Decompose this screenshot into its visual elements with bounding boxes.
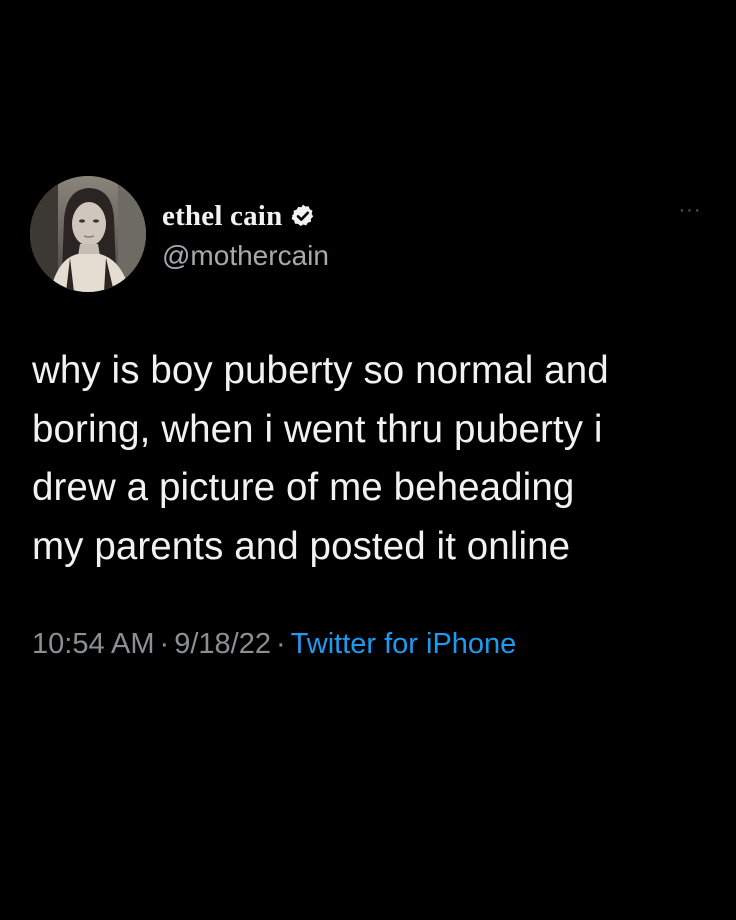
profile-photo-icon [30, 176, 146, 292]
verified-badge-icon [290, 203, 316, 229]
separator-dot: · [275, 628, 286, 660]
tweet-metadata: 10:54 AM · 9/18/22 · Twitter for iPhone [32, 628, 516, 661]
tweet-card: ethel cain @mothercain ··· why is boy pu… [0, 0, 736, 920]
tweet-text: why is boy puberty so normal and boring,… [32, 349, 609, 568]
more-options-icon[interactable]: ··· [674, 200, 706, 220]
tweet-date[interactable]: 9/18/22 [174, 628, 271, 660]
tweet-source-link[interactable]: Twitter for iPhone [291, 628, 517, 660]
display-name[interactable]: ethel cain [162, 200, 282, 233]
author-name-row: ethel cain [162, 196, 316, 236]
author-handle[interactable]: @mothercain [162, 240, 329, 272]
separator-dot: · [159, 628, 170, 660]
tweet-time[interactable]: 10:54 AM [32, 628, 155, 660]
avatar[interactable] [30, 176, 146, 292]
